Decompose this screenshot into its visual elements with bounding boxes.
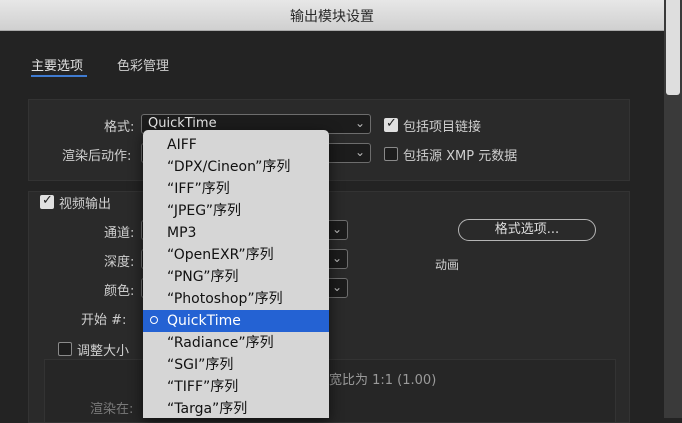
resize-label: 调整大小 [77,344,130,359]
dropdown-option[interactable]: MP3 [143,222,329,244]
dropdown-option[interactable]: “SGI”序列 [143,354,329,376]
background-window-bar [666,0,680,95]
dropdown-option-label: “SGI”序列 [167,357,234,373]
active-tab-indicator [31,75,87,77]
post-render-label: 渲染后动作: [62,149,132,164]
dropdown-option-label: “DPX/Cineon”序列 [167,159,291,175]
start-frame-label: 开始 #: [81,313,127,328]
dropdown-option-label: “IFF”序列 [167,181,230,197]
format-options-button[interactable]: 格式选项... [458,219,596,241]
dropdown-option[interactable]: “JPEG”序列 [143,200,329,222]
render-at-label: 渲染在: [90,402,134,417]
include-project-link-checkbox[interactable] [384,116,398,132]
window-title: 输出模块设置 [290,9,374,25]
depth-label: 深度: [104,255,135,270]
chevron-down-icon: ⌄ [331,251,342,265]
dropdown-option-label: “Radiance”序列 [167,335,274,351]
dropdown-option[interactable]: “OpenEXR”序列 [143,244,329,266]
background-window-edge [664,0,682,418]
format-dropdown-menu: AIFF “DPX/Cineon”序列 “IFF”序列 “JPEG”序列 MP3… [143,130,329,418]
dropdown-option[interactable]: “TIFF”序列 [143,376,329,398]
format-select-value: QuickTime [148,116,217,131]
codec-summary-text: 动画 [435,258,460,272]
tab-color-management[interactable]: 色彩管理 [117,55,169,74]
dropdown-option-selected[interactable]: QuickTime [143,310,329,332]
dropdown-option-label: “PNG”序列 [167,269,239,285]
dropdown-option-label: “JPEG”序列 [167,203,242,219]
dropdown-option[interactable]: “IFF”序列 [143,178,329,200]
chevron-down-icon: ⌄ [354,116,365,130]
dropdown-option-label: AIFF [167,137,197,153]
chevron-down-icon: ⌄ [331,222,342,236]
dropdown-option-label: “Photoshop”序列 [167,291,283,307]
dropdown-option[interactable]: AIFF [143,134,329,156]
format-panel [28,99,630,181]
format-label: 格式: [104,120,135,135]
dropdown-option-label: “Targa”序列 [167,401,248,417]
include-project-link-label: 包括项目链接 [403,120,482,135]
include-xmp-label: 包括源 XMP 元数据 [403,149,518,164]
dropdown-option-label: “OpenEXR”序列 [167,247,274,263]
color-label: 颜色: [104,284,135,299]
chevron-down-icon: ⌄ [331,280,342,294]
dropdown-option-label: “TIFF”序列 [167,379,239,395]
include-xmp-checkbox[interactable] [384,147,398,161]
tab-main-options[interactable]: 主要选项 [31,55,83,74]
dropdown-option-label: MP3 [167,225,197,241]
video-output-label: 视频输出 [59,197,112,212]
dropdown-option[interactable]: “Radiance”序列 [143,332,329,354]
selected-radio-icon [150,316,158,324]
video-output-checkbox[interactable] [40,193,54,209]
dropdown-option[interactable]: “PNG”序列 [143,266,329,288]
resize-checkbox[interactable] [58,342,72,356]
chevron-down-icon: ⌄ [354,145,365,159]
output-module-dialog: 主要选项 色彩管理 格式: QuickTime ⌄ 包括项目链接 渲染后动作: … [0,31,664,423]
channel-label: 通道: [104,226,135,241]
dropdown-option-label: QuickTime [167,313,241,329]
window-titlebar: 输出模块设置 [0,0,664,31]
dropdown-option[interactable]: “DPX/Cineon”序列 [143,156,329,178]
dropdown-option[interactable]: “Targa”序列 [143,398,329,418]
aspect-ratio-text: 宽比为 1:1 (1.00) [329,373,437,388]
dropdown-option[interactable]: “Photoshop”序列 [143,288,329,310]
